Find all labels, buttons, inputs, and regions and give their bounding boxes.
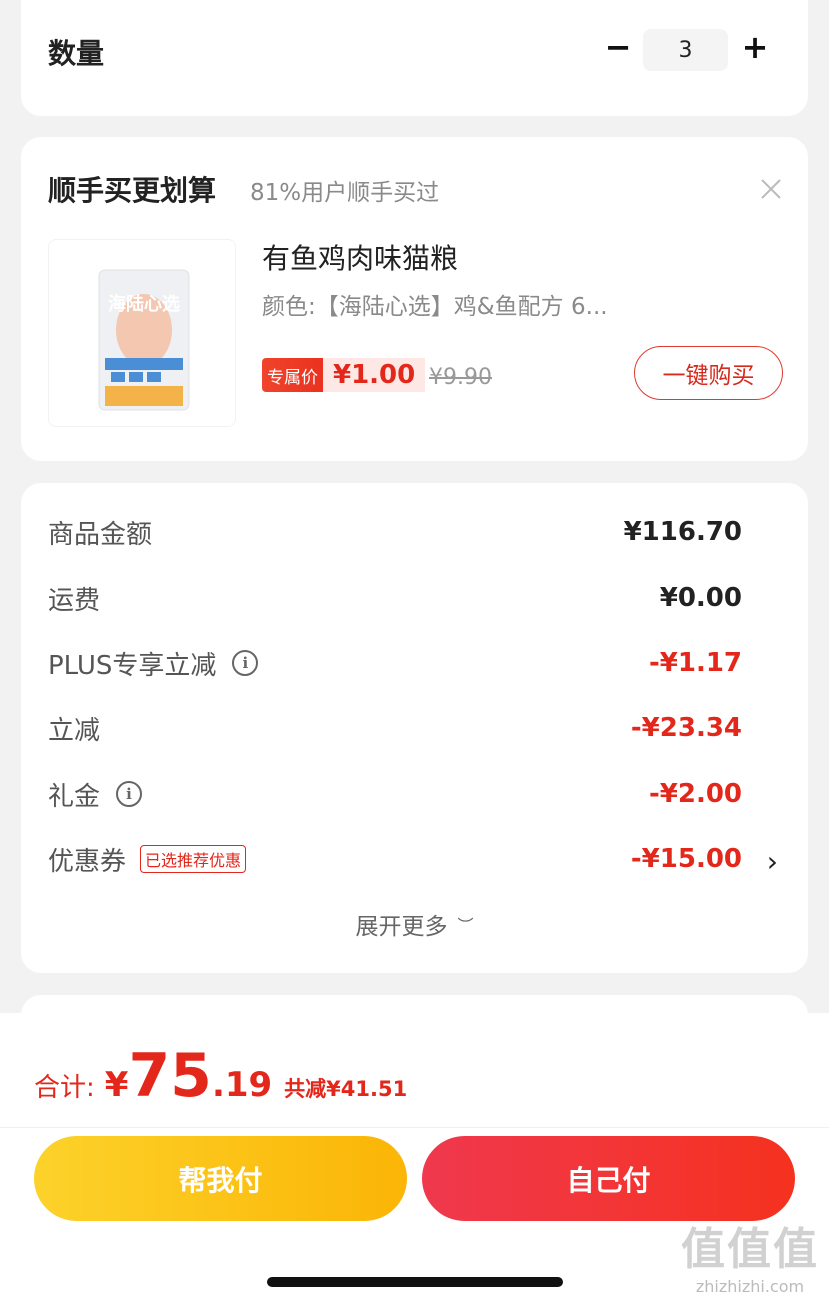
quantity-decrease-button[interactable]: − [603,31,633,63]
price-row-value: ¥116.70 [623,517,742,547]
total-currency: ¥ [104,1065,129,1105]
product-image-text: 海陆心选 [108,293,180,315]
price-row-gift-money: 礼金 i -¥2.00 [48,774,742,814]
help-me-pay-button[interactable]: 帮我付 [34,1136,407,1221]
bundle-offer-card: 顺手买更划算 81%用户顺手买过 海陆心选 有鱼鸡肉味猫粮 颜色:【海陆心选】鸡… [21,137,808,461]
total-saved: 共减¥41.51 [284,1077,408,1101]
quantity-label: 数量 [48,37,105,70]
divider [0,1127,829,1128]
quantity-input[interactable]: 3 [643,29,728,71]
chevron-right-icon[interactable]: › [767,845,778,878]
total-amount-integer: 75 [128,1041,212,1111]
original-price: ¥9.90 [429,365,492,390]
close-icon[interactable] [759,177,783,201]
price-row-label: 运费 [48,585,101,616]
bundle-title: 顺手买更划算 [48,174,217,207]
price-row-goods-amount: 商品金额 ¥116.70 [48,512,742,552]
exclusive-price-label: 专属价 [262,358,323,392]
home-indicator[interactable] [267,1277,563,1287]
price-row-value: -¥1.17 [648,648,742,678]
info-icon[interactable]: i [116,781,143,807]
coupon-recommended-badge: 已选推荐优惠 [140,845,247,873]
expand-more-button[interactable]: 展开更多 ︶ [21,907,808,941]
cat-food-bag-icon: 海陆心选 [98,269,190,411]
quantity-increase-button[interactable]: + [740,31,770,63]
watermark: 值值值 zhizhizhi.com [681,1213,819,1296]
total-summary: 合计: ¥ 75 .19 共减¥41.51 [34,1041,408,1111]
price-row-label: 商品金额 [48,519,153,550]
total-label: 合计: [34,1073,95,1103]
price-row-label: 礼金 [48,781,101,812]
price-row-label: 优惠券 [48,846,127,877]
exclusive-price-tag: 专属价 ¥1.00 [262,358,426,392]
price-detail-card: 商品金额 ¥116.70 运费 ¥0.00 PLUS专享立减 i -¥1.17 … [21,483,808,973]
one-click-buy-button[interactable]: 一键购买 [634,346,783,400]
info-icon[interactable]: i [232,650,259,676]
price-row-value: -¥15.00 [630,844,742,874]
price-row-label: PLUS专享立减 [48,650,217,681]
total-amount-decimal: .19 [211,1065,273,1105]
watermark-url: zhizhizhi.com [695,1277,805,1296]
chevron-down-icon: ︶ [457,916,474,935]
expand-more-label: 展开更多 [355,914,448,940]
price-row-instant-discount: 立减 -¥23.34 [48,708,742,748]
price-row-value: -¥23.34 [630,713,742,743]
exclusive-price-value: ¥1.00 [323,358,426,392]
watermark-logo: 值值值 [681,1224,819,1275]
pay-myself-button[interactable]: 自己付 [422,1136,795,1221]
bundle-subtitle: 81%用户顺手买过 [250,180,440,206]
quantity-card: 数量 − 3 + [21,0,808,116]
checkout-bar: 合计: ¥ 75 .19 共减¥41.51 帮我付 自己付 值值值 zhizhi… [0,1013,829,1305]
price-row-label: 立减 [48,715,101,746]
price-row-shipping: 运费 ¥0.00 [48,578,742,618]
product-image[interactable]: 海陆心选 [48,239,236,427]
product-name[interactable]: 有鱼鸡肉味猫粮 [262,237,458,277]
price-row-coupon[interactable]: 优惠券 已选推荐优惠 -¥15.00 [48,839,742,879]
product-spec: 颜色:【海陆心选】鸡&鱼配方 6... [262,294,608,320]
price-row-value: -¥2.00 [648,779,742,809]
price-row-value: ¥0.00 [659,583,742,613]
price-row-plus-discount: PLUS专享立减 i -¥1.17 [48,643,742,683]
